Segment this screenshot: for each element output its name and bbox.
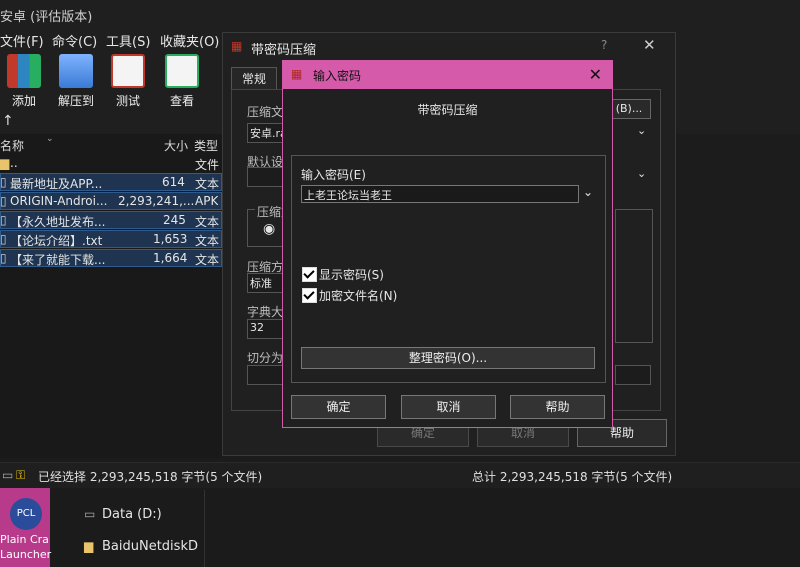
- key-icon: ⚿: [16, 468, 26, 482]
- book-icon: [165, 54, 199, 88]
- split-field[interactable]: [247, 365, 287, 385]
- pcl-logo: PCL: [10, 498, 42, 530]
- options-group: [615, 209, 653, 343]
- table-row[interactable]: ▯ 【论坛介绍】.txt 1,653 文本: [0, 230, 222, 248]
- organize-passwords-button[interactable]: 整理密码(O)...: [301, 347, 595, 369]
- table-row[interactable]: ▯ 【来了就能下载... 1,664 文本: [0, 249, 222, 267]
- text-file-icon: ▯: [0, 251, 7, 265]
- param-field[interactable]: [615, 365, 651, 385]
- table-row[interactable]: ▆ .. 文件: [0, 154, 222, 172]
- explorer-background: ▭ Data (D:) ▆ BaiduNetdiskD: [0, 488, 800, 567]
- drive-icon: ▭: [84, 507, 96, 521]
- folder-icon: ▆: [84, 539, 94, 553]
- method-select[interactable]: 标准: [247, 273, 287, 293]
- menu-tools[interactable]: 工具(S): [106, 31, 150, 50]
- default-profile-field[interactable]: [247, 167, 287, 187]
- table-row[interactable]: ▯ ORIGIN-Androi... 2,293,241,... APK: [0, 192, 222, 210]
- text-file-icon: ▯: [0, 213, 7, 227]
- view-button[interactable]: 查看: [154, 54, 210, 109]
- show-password-label: 显示密码(S): [319, 268, 384, 282]
- menu-file[interactable]: 文件(F): [0, 31, 44, 50]
- drive-data[interactable]: Data (D:): [102, 507, 162, 522]
- file-list[interactable]: 名称 ⌄ 大小 类型 ▆ .. 文件 ▯ 最新地址及APP... 614 文本 …: [0, 134, 222, 458]
- label-split: 切分为: [247, 351, 284, 365]
- folder-icon: ▆: [0, 156, 10, 170]
- help-button[interactable]: 帮助: [510, 395, 605, 419]
- drive-icon: ▭: [2, 468, 14, 482]
- test-label: 测试: [115, 94, 140, 108]
- label-dict: 字典大: [247, 305, 284, 319]
- table-row[interactable]: ▯ 【永久地址发布... 245 文本: [0, 211, 222, 229]
- password-input[interactable]: 上老王论坛当老王: [301, 185, 579, 203]
- col-size[interactable]: 大小: [164, 137, 188, 154]
- col-type[interactable]: 类型: [194, 137, 218, 154]
- status-total: 总计 2,293,245,518 字节(5 个文件): [472, 470, 673, 484]
- text-file-icon: ▯: [0, 175, 7, 189]
- pcl-launcher-icon[interactable]: PCL Plain Cra Launcher: [0, 488, 52, 567]
- encrypt-names-label: 加密文件名(N): [319, 289, 398, 303]
- extract-button[interactable]: 解压到: [48, 54, 104, 109]
- pcl-name-1: Plain Cra: [0, 533, 49, 546]
- main-titlebar: 安卓 (评估版本): [0, 0, 800, 30]
- archive-add-icon: [7, 54, 41, 88]
- winrar-icon: ▦: [231, 39, 243, 53]
- winrar-icon: ▦: [291, 67, 303, 81]
- cancel-button[interactable]: 取消: [401, 395, 496, 419]
- password-label: 输入密码(E): [301, 168, 366, 182]
- folder-extract-icon: [59, 54, 93, 88]
- password-subtitle: 带密码压缩: [417, 103, 478, 117]
- apk-file-icon: ▯: [0, 194, 7, 208]
- chevron-down-icon[interactable]: ⌄: [637, 167, 646, 180]
- label-archive-name: 压缩文: [247, 105, 284, 119]
- extract-label: 解压到: [57, 94, 94, 108]
- encrypt-names-checkbox[interactable]: [302, 288, 317, 303]
- password-dialog-title: 输入密码: [313, 69, 362, 83]
- chevron-down-icon[interactable]: ⌄: [583, 185, 593, 199]
- password-titlebar: ▦ 输入密码 ✕: [283, 61, 612, 89]
- show-password-checkbox[interactable]: [302, 267, 317, 282]
- tab-general[interactable]: 常规: [231, 67, 277, 90]
- clipboard-check-icon: [111, 54, 145, 88]
- menu-command[interactable]: 命令(C): [52, 31, 97, 50]
- archive-dialog-title: 带密码压缩: [251, 43, 317, 58]
- pcl-name-2: Launcher: [0, 548, 52, 561]
- add-label: 添加: [11, 94, 36, 108]
- browse-button[interactable]: (B)...: [607, 99, 651, 119]
- help-icon[interactable]: ?: [601, 38, 607, 52]
- close-icon[interactable]: ✕: [643, 36, 656, 54]
- ok-button[interactable]: 确定: [291, 395, 386, 419]
- radio-button[interactable]: ◉: [263, 221, 275, 237]
- view-label: 查看: [169, 94, 194, 108]
- up-arrow-icon[interactable]: ↑: [2, 113, 14, 129]
- add-button[interactable]: 添加: [0, 54, 52, 109]
- menu-favorites[interactable]: 收藏夹(O): [160, 31, 219, 50]
- test-button[interactable]: 测试: [100, 54, 156, 109]
- status-bar: ▭ ⚿ 已经选择 2,293,245,518 字节(5 个文件) 总计 2,29…: [0, 462, 800, 489]
- dict-select[interactable]: 32: [247, 319, 287, 339]
- table-row[interactable]: ▯ 最新地址及APP... 614 文本: [0, 173, 222, 191]
- sort-chevron-icon: ⌄: [46, 134, 54, 144]
- status-selected: 已经选择 2,293,245,518 字节(5 个文件): [38, 470, 263, 484]
- chevron-down-icon[interactable]: ⌄: [637, 124, 646, 137]
- col-name[interactable]: 名称: [0, 137, 24, 154]
- window-title: 安卓 (评估版本): [0, 10, 93, 25]
- close-icon[interactable]: ✕: [589, 65, 602, 84]
- text-file-icon: ▯: [0, 232, 7, 246]
- folder-baidu[interactable]: BaiduNetdiskD: [102, 539, 198, 554]
- password-dialog: ▦ 输入密码 ✕ 带密码压缩 输入密码(E) 上老王论坛当老王 ⌄ 显示密码(S…: [282, 60, 613, 428]
